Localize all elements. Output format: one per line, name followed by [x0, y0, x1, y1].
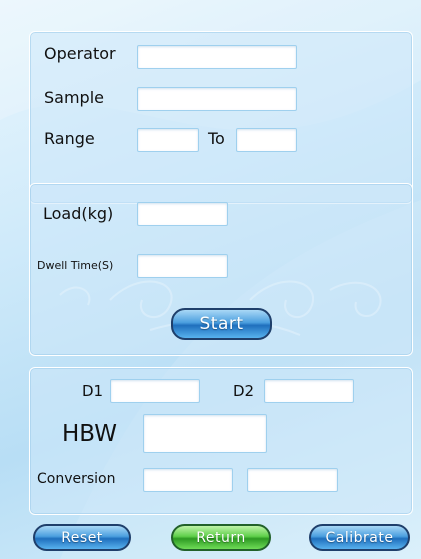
hbw-field[interactable] [143, 414, 267, 453]
operator-label: Operator [44, 44, 116, 63]
range-to-label: To [208, 129, 225, 148]
conversion-field-2[interactable] [247, 468, 338, 492]
sample-field[interactable] [137, 87, 297, 111]
range-to-field[interactable] [236, 128, 297, 152]
load-label: Load(kg) [43, 204, 114, 223]
d2-field[interactable] [264, 379, 354, 403]
operator-field[interactable] [137, 45, 297, 69]
conversion-field-1[interactable] [143, 468, 233, 492]
sample-label: Sample [44, 88, 104, 107]
range-label: Range [44, 129, 95, 148]
d1-field[interactable] [110, 379, 200, 403]
conversion-label: Conversion [37, 471, 116, 487]
d2-label: D2 [233, 382, 255, 400]
start-button[interactable]: Start [171, 308, 272, 340]
hbw-label: HBW [62, 421, 117, 447]
d1-label: D1 [82, 382, 104, 400]
return-button[interactable]: Return [171, 524, 271, 551]
calibrate-button[interactable]: Calibrate [309, 524, 410, 551]
reset-button[interactable]: Reset [33, 524, 131, 551]
dwell-time-label: Dwell Time(S) [37, 259, 114, 272]
load-field[interactable] [137, 202, 228, 226]
dwell-time-field[interactable] [137, 254, 228, 278]
range-from-field[interactable] [137, 128, 199, 152]
